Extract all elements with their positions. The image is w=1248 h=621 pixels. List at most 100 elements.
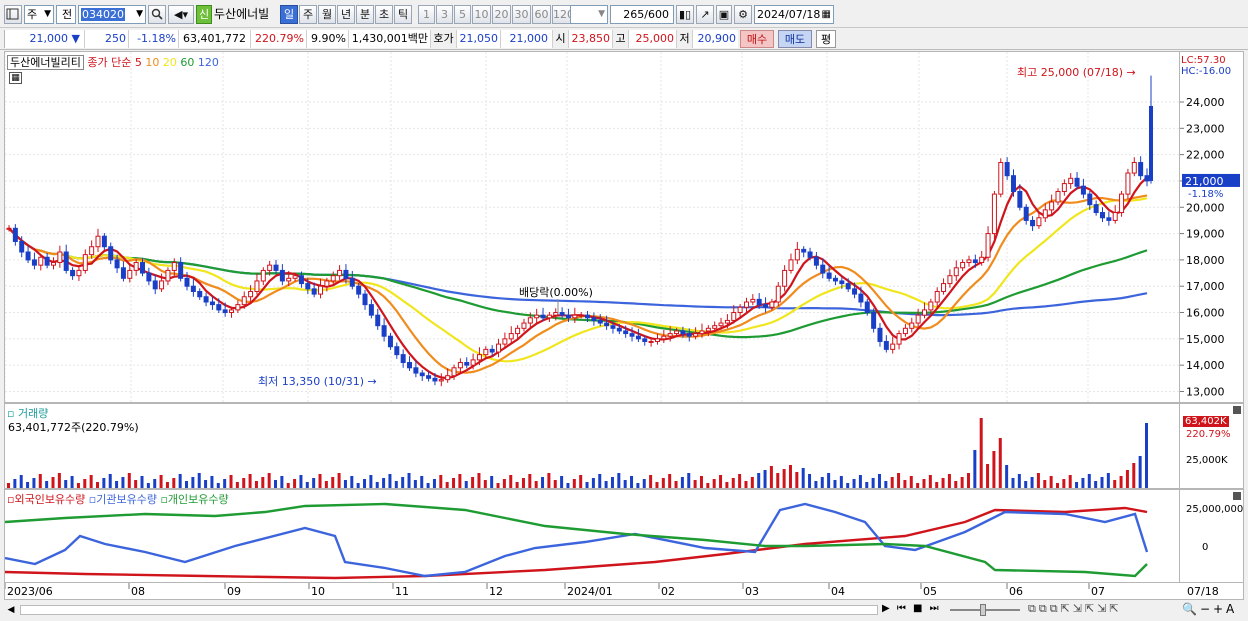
volume-bar [528,474,532,488]
volume-bar [420,476,424,488]
candle [89,246,95,256]
candle [381,325,387,337]
axis-tick-label: 19,000 [1186,228,1225,241]
gear-icon[interactable]: ⚙ [734,5,752,24]
interval-button-30[interactable]: 30 [512,5,531,24]
price-chart-svg[interactable]: 최고 25,000 (07/18) → 최저 13,350 (10/31) → 배당… [5,52,1179,402]
period-type-select[interactable]: 주 ▼ [24,5,54,24]
stock-code-input[interactable]: 034020 ▼ [78,5,146,24]
interval-button-10[interactable]: 10 [472,5,491,24]
sell-button[interactable]: 매도 [778,30,812,48]
volume-bar [248,474,252,488]
speaker-icon[interactable]: ◀▾ [168,5,194,24]
volume-bar [744,481,748,488]
chart-scrollbar[interactable]: ◀ ▶ ⏮ ■ ⏭ ⧉⧉⧉⇱⇲⇱⇲⇱ 🔍−+A [4,601,1244,619]
volume-bar [32,478,36,488]
volume-bar [820,477,824,488]
volume-bar [547,473,551,488]
layout-icon[interactable] [4,5,22,24]
close-icon[interactable] [1233,492,1241,500]
interval-button-3[interactable]: 3 [436,5,453,24]
current-price: 21,000 ▼ [4,30,84,48]
chevron-down-icon: ▼ [136,9,143,19]
scroll-track[interactable] [20,605,878,615]
period-button-1[interactable]: 주 [299,5,317,24]
x-axis: 2023/06 08 09 10 11 12 2024/01 02 03 04 05 06 07 07/1… [4,583,1244,600]
candle-type-icon[interactable]: ▮▯ [676,5,694,24]
zoom-slider[interactable] [950,603,1020,617]
scroll-left-icon[interactable]: ◀ [4,603,18,617]
price-axis-svg: 13,000 14,000 15,000 16,000 17,000 18,000 19,0… [1180,55,1240,398]
zoom-icons[interactable]: 🔍−+A [1182,602,1237,616]
calculator-icon[interactable]: ▦ [9,72,22,84]
interval-button-20[interactable]: 20 [492,5,511,24]
candle [934,290,940,303]
candle [1119,193,1125,214]
volume-bar [585,482,589,488]
holdings-panel[interactable]: ▫외국인보유수량 ▫기관보유수량 ▫개인보유수량 [4,489,1180,583]
search-icon[interactable] [148,5,166,24]
volume-bar [725,482,729,488]
playback-controls[interactable]: ▶ ⏮ ■ ⏭ [882,603,941,614]
bid-value: 21,050 [456,30,500,48]
volume-bar [274,480,278,488]
candle [279,269,285,282]
volume-bar [1036,473,1040,488]
period-button-2[interactable]: 월 [318,5,336,24]
date-input[interactable]: 2024/07/18 ▦ [754,5,834,24]
candle [991,193,997,235]
save-icon[interactable]: ▣ [716,5,732,24]
buy-button[interactable]: 매수 [740,30,774,48]
count-input[interactable]: 265/600 [610,5,674,24]
period-button-3[interactable]: 년 [337,5,355,24]
interval-button-1[interactable]: 1 [418,5,435,24]
interval-button-60[interactable]: 60 [532,5,551,24]
interval-button-5[interactable]: 5 [454,5,471,24]
volume-bar [223,479,227,488]
tool-icons[interactable]: ⧉⧉⧉⇱⇲⇱⇲⇱ [1028,602,1122,616]
candle [1036,217,1042,227]
candle [718,322,724,327]
avg-button[interactable]: 평 [816,30,836,48]
period-button-6[interactable]: 틱 [394,5,412,24]
candle [756,298,762,306]
candle [368,304,374,316]
period-button-5[interactable]: 초 [375,5,393,24]
candle [438,379,444,382]
axis-tick-label: 20,000 [1186,201,1225,214]
candle [794,248,800,261]
credit-badge: 신 [196,5,212,24]
volume-bar [833,480,837,488]
candle [25,251,31,261]
count-select[interactable]: ▼ [570,5,608,24]
volume-panel[interactable]: ▫ 거래량 63,401,772주(220.79%) [4,403,1180,489]
candle [70,269,76,277]
volume-bar-last [1145,423,1148,488]
volume-axis: 63,402K 220.79% 25,000K [1180,403,1244,489]
candle [1099,212,1105,219]
close-icon[interactable] [1233,406,1241,414]
volume-chart-svg[interactable] [5,404,1179,488]
price-chart-panel[interactable]: 최고 25,000 (07/18) → 최저 13,350 (10/31) → 배당… [4,51,1180,403]
candle [820,264,826,274]
prev-button[interactable]: 전 [56,5,76,24]
volume-bar [490,476,494,488]
candle [222,309,228,314]
x-axis-svg: 2023/06 08 09 10 11 12 2024/01 02 03 04 05 06 07 07/1… [4,583,1219,598]
draw-tool-icon[interactable]: ↗ [696,5,714,24]
volume-bar [553,480,557,488]
volume-bar [191,477,195,488]
candle [693,333,699,337]
volume-bar [992,451,996,488]
period-button-0[interactable]: 일 [280,5,298,24]
period-button-4[interactable]: 분 [356,5,374,24]
candle [1080,185,1086,195]
candle [521,322,527,329]
volume-bar [477,473,481,488]
volume-bar [795,472,799,488]
candle [108,246,114,261]
volume-bar [699,476,703,488]
volume-bar [674,481,678,488]
period-type-value: 주 [27,8,38,21]
volume-bar [127,473,131,488]
